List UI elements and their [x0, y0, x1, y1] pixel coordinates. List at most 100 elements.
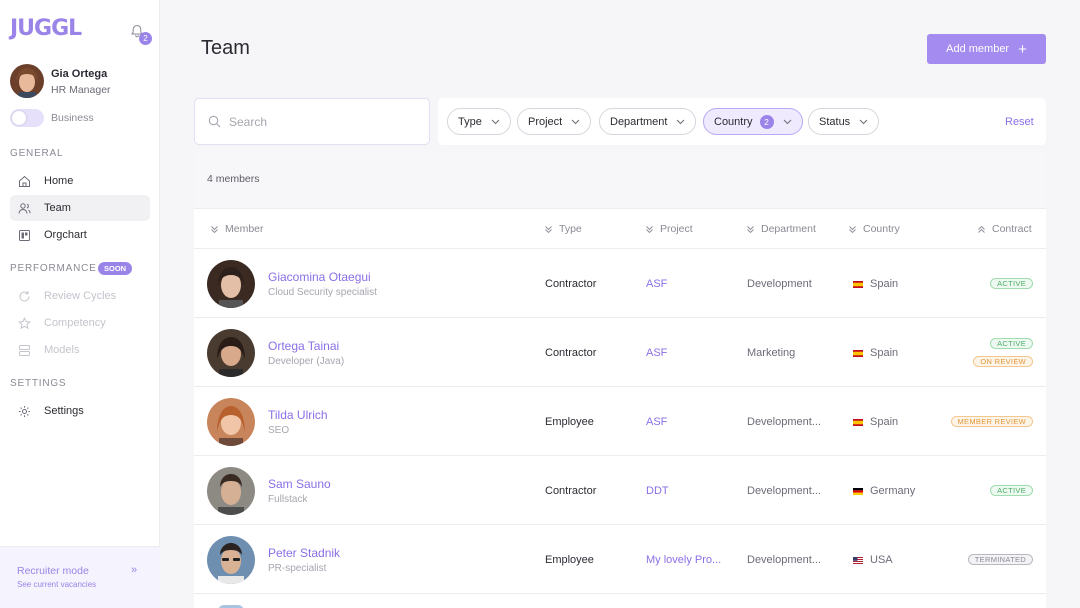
member-name[interactable]: Giacomina Otaegui: [268, 270, 371, 284]
table-header: Member Type Project Department Country C…: [194, 208, 1046, 249]
member-department: Marketing: [747, 347, 796, 359]
sidebar-item-competency: Competency: [10, 310, 150, 336]
filter-label: Type: [458, 115, 482, 128]
column-header-project[interactable]: Project: [645, 223, 693, 235]
filter-project[interactable]: Project: [517, 108, 592, 135]
recruiter-mode-panel[interactable]: Recruiter mode See current vacancies »: [0, 546, 160, 608]
avatar[interactable]: [207, 536, 255, 584]
filter-status[interactable]: Status: [808, 108, 880, 135]
section-general: GENERAL: [10, 148, 64, 159]
member-project[interactable]: My lovely Pro...: [646, 554, 721, 566]
contract-status: TERMINATED: [967, 554, 1033, 565]
table-row[interactable]: Ortega Tainai Developer (Java) Contracto…: [194, 318, 1046, 387]
sidebar-item-settings[interactable]: Settings: [10, 398, 150, 424]
sidebar-item-home[interactable]: Home: [10, 168, 150, 194]
member-department: Development...: [747, 416, 821, 428]
status-badge: MEMBER REVIEW: [950, 416, 1033, 427]
refresh-icon: [19, 290, 30, 301]
contract-status: ACTIVE: [990, 278, 1033, 289]
sort-down-icon: [747, 225, 754, 233]
reset-filters-link[interactable]: Reset: [1005, 116, 1034, 128]
sort-up-icon: [978, 225, 985, 233]
sidebar-item-orgchart[interactable]: Orgchart: [10, 222, 150, 248]
germany-flag-icon: [853, 487, 863, 495]
sidebar-item-label: Orgchart: [44, 229, 87, 241]
sidebar: JUGGL 2 Gia Ortega HR Manager Business G…: [0, 0, 160, 608]
member-department: Development...: [747, 485, 821, 497]
sidebar-item-label: Settings: [44, 405, 84, 417]
contract-status: ACTIVE: [990, 485, 1033, 496]
member-name[interactable]: Tilda Ulrich: [268, 408, 328, 422]
member-project[interactable]: ASF: [646, 347, 667, 359]
member-country: Spain: [853, 416, 898, 428]
gear-icon: [19, 405, 30, 417]
table-row[interactable]: Peter Stadnik PR-specialist Employee My …: [194, 525, 1046, 594]
member-role: Developer (Java): [268, 356, 345, 367]
orgchart-icon: [19, 229, 30, 241]
search-box[interactable]: [194, 98, 430, 145]
filter-department[interactable]: Department: [599, 108, 697, 135]
spain-flag-icon: [853, 418, 863, 426]
member-name[interactable]: Ortega Tainai: [268, 339, 339, 353]
sidebar-item-team[interactable]: Team: [10, 195, 150, 221]
chevron-down-icon: [783, 119, 791, 125]
member-type: Contractor: [545, 485, 597, 497]
sidebar-item-label: Review Cycles: [44, 290, 117, 302]
table-row[interactable]: Tilda Ulrich SEO Employee ASF Developmen…: [194, 387, 1046, 456]
members-count: 4 members: [194, 152, 1046, 208]
avatar[interactable]: [207, 467, 255, 515]
chevron-down-icon: [571, 119, 580, 125]
member-role: Cloud Security specialist: [268, 287, 377, 298]
app-logo[interactable]: JUGGL: [10, 16, 82, 41]
soon-badge: SOON: [98, 262, 133, 275]
filter-type[interactable]: Type: [447, 108, 511, 135]
table-row[interactable]: [194, 595, 1046, 608]
member-country: Germany: [853, 485, 915, 497]
member-name[interactable]: Sam Sauno: [268, 477, 331, 491]
filter-country[interactable]: Country 2: [703, 108, 803, 135]
column-header-country[interactable]: Country: [848, 223, 900, 235]
member-country: Spain: [853, 347, 898, 359]
avatar[interactable]: [207, 329, 255, 377]
member-type: Contractor: [545, 347, 597, 359]
member-country: Spain: [853, 278, 898, 290]
table-row[interactable]: Giacomina Otaegui Cloud Security special…: [194, 249, 1046, 318]
column-header-member[interactable]: Member: [210, 223, 264, 235]
filter-label: Project: [528, 115, 563, 128]
column-header-contract[interactable]: Contract: [977, 223, 1032, 235]
double-chevron-right-icon[interactable]: »: [131, 564, 137, 576]
section-settings: SETTINGS: [10, 378, 67, 389]
member-project[interactable]: DDT: [646, 485, 669, 497]
filter-label: Department: [610, 115, 668, 128]
members-table: 4 members Member Type Project Department…: [194, 152, 1046, 608]
filter-label: Status: [819, 115, 851, 128]
search-icon: [208, 115, 221, 128]
search-input[interactable]: [229, 114, 409, 129]
sidebar-item-label: Home: [44, 175, 74, 187]
table-row[interactable]: Sam Sauno Fullstack Contractor DDT Devel…: [194, 456, 1046, 525]
avatar[interactable]: [207, 398, 255, 446]
add-member-button[interactable]: Add member +: [927, 34, 1046, 64]
member-project[interactable]: ASF: [646, 278, 667, 290]
avatar[interactable]: [10, 64, 44, 98]
member-country: USA: [853, 554, 893, 566]
filter-bar: Type Project Department Country 2 Status…: [438, 98, 1046, 145]
usa-flag-icon: [853, 556, 863, 564]
member-name[interactable]: Peter Stadnik: [268, 546, 340, 560]
sidebar-item-label: Competency: [44, 317, 106, 329]
home-icon: [19, 175, 30, 187]
status-badge: ACTIVE: [990, 278, 1033, 289]
sort-down-icon: [211, 225, 218, 233]
avatar[interactable]: [207, 260, 255, 308]
chevron-down-icon: [491, 119, 500, 125]
filter-label: Country: [714, 115, 753, 128]
member-type: Employee: [545, 554, 594, 566]
plus-icon: +: [1018, 40, 1027, 58]
column-header-type[interactable]: Type: [544, 223, 582, 235]
column-header-department[interactable]: Department: [746, 223, 816, 235]
business-mode-toggle[interactable]: [10, 109, 44, 127]
spain-flag-icon: [853, 349, 863, 357]
chevron-down-icon: [677, 119, 685, 125]
sort-down-icon: [849, 225, 856, 233]
member-project[interactable]: ASF: [646, 416, 667, 428]
